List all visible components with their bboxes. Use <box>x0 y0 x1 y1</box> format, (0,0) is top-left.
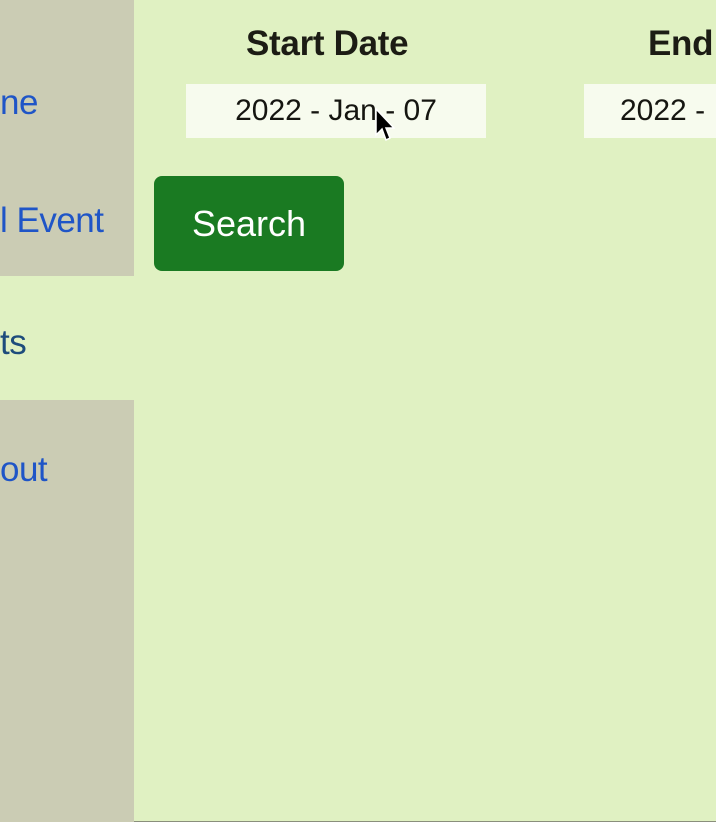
sidebar-item-label: out <box>0 450 48 489</box>
search-button[interactable]: Search <box>154 176 344 271</box>
sidebar-bg-bottom <box>0 540 134 822</box>
sidebar-item-home[interactable]: ne <box>0 40 134 165</box>
sidebar-item-add-event[interactable]: l Event <box>0 165 134 276</box>
sidebar-item-label: ne <box>0 82 38 122</box>
mouse-cursor-icon <box>375 108 395 142</box>
end-date-label: End <box>648 24 714 63</box>
end-date-input[interactable]: 2022 - <box>584 84 716 138</box>
sidebar-item-logout[interactable]: out <box>0 400 134 540</box>
start-date-label: Start Date <box>246 24 409 63</box>
sidebar-item-events[interactable]: ts <box>0 286 134 400</box>
sidebar-bg-top <box>0 0 134 40</box>
sidebar-item-label: ts <box>0 323 27 362</box>
sidebar: ne l Event ts out <box>0 0 134 822</box>
start-date-input[interactable]: 2022 - Jan - 07 <box>186 84 486 138</box>
sidebar-item-label: l Event <box>0 200 104 240</box>
